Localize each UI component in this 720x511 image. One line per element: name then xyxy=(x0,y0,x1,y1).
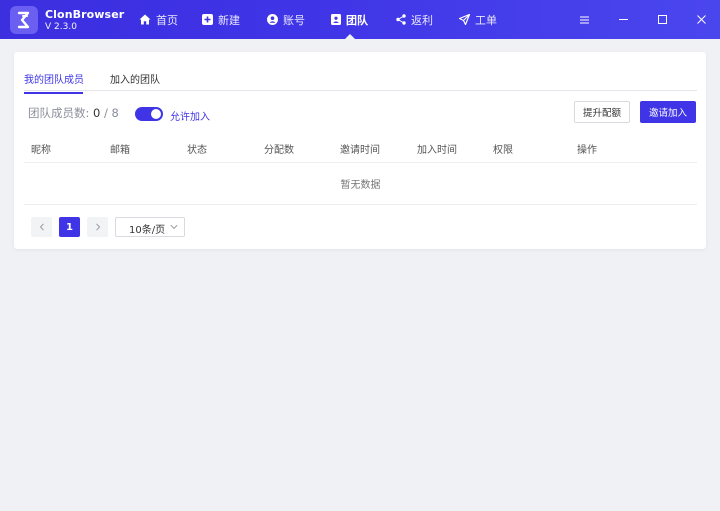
nav-item-new[interactable]: 新建 xyxy=(202,0,240,39)
title-bar: ClonBrowser V 2.3.0 首页 新建 账号 团队 返利 工单 xyxy=(0,0,720,39)
tab-bar: 我的团队成员 加入的团队 xyxy=(24,68,697,94)
tab-underline xyxy=(24,92,83,94)
minimize-icon xyxy=(618,19,628,20)
nav-item-account[interactable]: 账号 xyxy=(267,0,305,39)
upgrade-quota-button[interactable]: 提升配额 xyxy=(574,101,630,123)
maximize-icon xyxy=(657,15,667,24)
paper-plane-icon xyxy=(459,14,470,25)
menu-button[interactable] xyxy=(569,0,599,39)
tab-joined-teams[interactable]: 加入的团队 xyxy=(110,71,160,86)
page-size-value: 10条/页 xyxy=(129,225,166,236)
column-header-allocation: 分配数 xyxy=(264,145,294,156)
column-header-actions: 操作 xyxy=(577,145,597,156)
column-header-permission: 权限 xyxy=(493,145,513,156)
close-icon xyxy=(696,15,706,24)
empty-state: 暂无数据 xyxy=(24,163,697,205)
member-count: 团队成员数: 0 / 8 xyxy=(28,105,119,121)
allow-join-toggle[interactable] xyxy=(135,107,163,121)
nav-item-team[interactable]: 团队 xyxy=(331,0,368,39)
member-count-max: 8 xyxy=(111,106,119,120)
menu-icon xyxy=(579,16,589,23)
app-name: ClonBrowser xyxy=(45,8,125,21)
nav-label: 首页 xyxy=(156,13,178,27)
prev-page-button[interactable] xyxy=(31,217,52,237)
tab-label: 加入的团队 xyxy=(110,75,160,86)
allow-join-label: 允许加入 xyxy=(170,112,210,123)
maximize-button[interactable] xyxy=(647,0,677,39)
team-card: 我的团队成员 加入的团队 团队成员数: 0 / 8 允许加入 提升配额 邀请加入… xyxy=(14,52,706,249)
app-logo-icon xyxy=(10,6,38,34)
home-icon xyxy=(139,14,151,25)
brand: ClonBrowser V 2.3.0 xyxy=(45,8,124,33)
column-header-email: 邮箱 xyxy=(110,145,130,156)
plus-square-icon xyxy=(202,14,213,25)
column-header-join-time: 加入时间 xyxy=(417,145,457,156)
close-button[interactable] xyxy=(686,0,716,39)
column-header-invite-time: 邀请时间 xyxy=(340,145,380,156)
nav-item-rebate[interactable]: 返利 xyxy=(396,0,433,39)
chevron-left-icon xyxy=(39,223,44,231)
chevron-down-icon xyxy=(170,224,178,230)
member-count-label: 团队成员数: xyxy=(28,106,90,120)
active-indicator xyxy=(344,34,355,39)
app-version: V 2.3.0 xyxy=(45,22,77,32)
nav-label: 返利 xyxy=(411,13,433,27)
share-icon xyxy=(396,14,406,25)
page-size-select[interactable]: 10条/页 xyxy=(115,217,185,237)
page-button-current[interactable]: 1 xyxy=(59,217,80,237)
tab-my-members[interactable]: 我的团队成员 xyxy=(24,71,84,94)
member-count-separator: / xyxy=(104,106,108,120)
team-badge-icon xyxy=(331,14,341,25)
tab-label: 我的团队成员 xyxy=(24,75,84,86)
user-circle-icon xyxy=(267,14,278,25)
chevron-right-icon xyxy=(95,223,100,231)
column-header-status: 状态 xyxy=(187,145,207,156)
nav-item-ticket[interactable]: 工单 xyxy=(459,0,497,39)
nav-label: 团队 xyxy=(346,13,368,27)
column-header-nickname: 昵称 xyxy=(31,145,51,156)
nav-label: 新建 xyxy=(218,13,240,27)
member-count-current: 0 xyxy=(93,106,101,120)
invite-button[interactable]: 邀请加入 xyxy=(640,101,696,123)
table-header: 昵称 邮箱 状态 分配数 邀请时间 加入时间 权限 操作 xyxy=(24,132,697,163)
nav-label: 账号 xyxy=(283,13,305,27)
nav-label: 工单 xyxy=(475,13,497,27)
minimize-button[interactable] xyxy=(608,0,638,39)
next-page-button[interactable] xyxy=(87,217,108,237)
nav-item-home[interactable]: 首页 xyxy=(139,0,178,39)
